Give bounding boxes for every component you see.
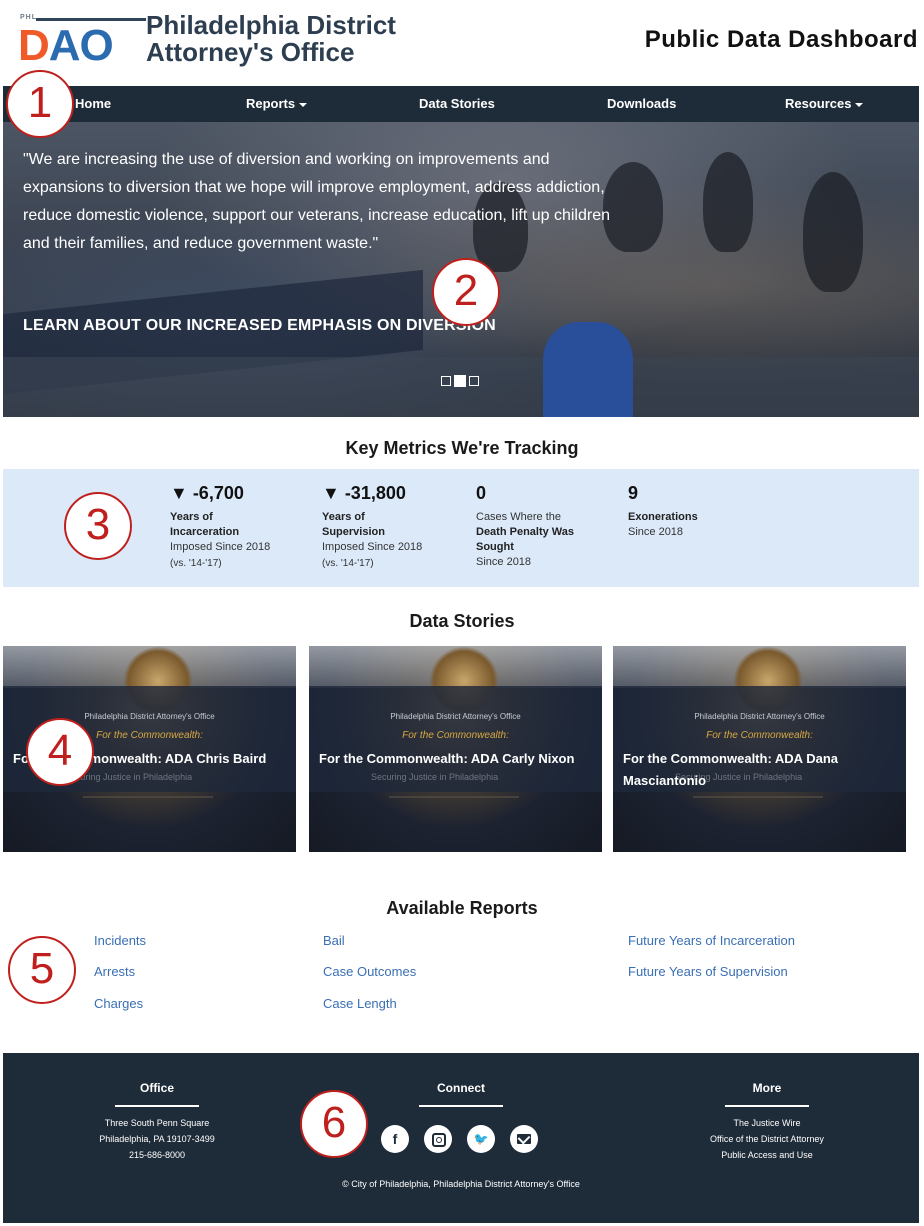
site-footer: Office Three South Penn Square Philadelp…	[3, 1053, 919, 1223]
story-org: Philadelphia District Attorney's Office	[694, 712, 825, 721]
annotation-marker-2: 2	[432, 258, 500, 326]
report-link-bail[interactable]: Bail	[323, 933, 345, 948]
metric-note: (vs. '14-'17)	[322, 558, 374, 569]
footer-link-justice-wire[interactable]: The Justice Wire	[667, 1115, 867, 1131]
metric-value: ▼ -6,700	[170, 483, 244, 503]
report-link-future-incarceration[interactable]: Future Years of Incarceration	[628, 933, 795, 948]
main-nav: Home Reports Data Stories Downloads Reso…	[3, 86, 919, 122]
footer-heading: Office	[139, 1081, 174, 1095]
report-link-future-supervision[interactable]: Future Years of Supervision	[628, 964, 788, 979]
metric-sublabel: Imposed Since 2018	[322, 541, 423, 553]
hero-background-person	[543, 322, 633, 417]
scales-image	[693, 796, 823, 852]
story-title: For the Commonwealth: ADA Carly Nixon	[319, 751, 575, 766]
report-link-case-outcomes[interactable]: Case Outcomes	[323, 964, 416, 979]
nav-data-stories[interactable]: Data Stories	[419, 96, 495, 111]
metric-label: Cases Where the	[476, 511, 561, 523]
twitter-icon[interactable]: 🐦	[467, 1125, 495, 1153]
hero-cta-link[interactable]: LEARN ABOUT OUR INCREASED EMPHASIS ON DI…	[23, 317, 496, 335]
metric-label: Years of Supervision	[322, 511, 385, 538]
nav-reports[interactable]: Reports	[246, 96, 308, 111]
carousel-dot[interactable]	[469, 375, 479, 386]
nav-home[interactable]: Home	[75, 96, 111, 111]
report-link-charges[interactable]: Charges	[94, 996, 143, 1011]
annotation-marker-6: 6	[300, 1090, 368, 1158]
metrics-panel: ▼ -6,700 Years of Incarceration Imposed S…	[3, 469, 919, 587]
carousel-dot-active[interactable]	[454, 374, 466, 387]
site-header: PHL DAO Philadelphia District Attorney's…	[0, 0, 924, 86]
report-link-incidents[interactable]: Incidents	[94, 933, 146, 948]
metric-exonerations: 9 Exonerations Since 2018	[628, 483, 778, 540]
reports-title: Available Reports	[386, 898, 538, 918]
facebook-icon[interactable]: f	[381, 1125, 409, 1153]
hero-quote: "We are increasing the use of diversion …	[23, 151, 610, 252]
carousel-indicators	[441, 372, 482, 390]
footer-link-public-access[interactable]: Public Access and Use	[667, 1147, 867, 1163]
story-org: Philadelphia District Attorney's Office	[390, 712, 521, 721]
metric-label: Years of Incarceration	[170, 511, 240, 538]
dashboard-title: Public Data Dashboard	[644, 26, 918, 53]
logo-phl-text: PHL	[20, 14, 37, 21]
story-card[interactable]: Philadelphia District Attorney's Office …	[309, 646, 602, 852]
nav-downloads[interactable]: Downloads	[607, 96, 676, 111]
copyright-text: © City of Philadelphia, Philadelphia Dis…	[342, 1179, 580, 1189]
metric-sublabel: Since 2018	[628, 526, 684, 538]
hero-background-figure	[803, 172, 863, 292]
instagram-icon[interactable]	[424, 1125, 452, 1153]
divider	[419, 1105, 503, 1107]
stories-title: Data Stories	[409, 611, 515, 631]
nav-resources[interactable]: Resources	[785, 96, 864, 111]
footer-heading: Connect	[437, 1081, 485, 1095]
divider	[115, 1105, 199, 1107]
metric-label-bold: Death Penalty Was Sought	[476, 526, 575, 553]
annotation-marker-5: 5	[8, 936, 76, 1004]
scales-image	[83, 796, 213, 852]
story-subtitle: For the Commonwealth:	[706, 730, 813, 741]
metric-value: 9	[628, 483, 639, 503]
scales-image	[389, 796, 519, 852]
story-card[interactable]: Philadelphia District Attorney's Office …	[613, 646, 906, 852]
footer-office: Office Three South Penn Square Philadelp…	[57, 1081, 257, 1163]
chevron-down-icon	[855, 102, 864, 107]
logo-dao-text: DAO	[18, 21, 114, 70]
metric-label: Exonerations	[628, 511, 698, 523]
story-title: For the Commonwealth: ADA Dana Mascianto…	[623, 751, 838, 788]
story-tagline: Securing Justice in Philadelphia	[371, 772, 499, 782]
report-link-arrests[interactable]: Arrests	[94, 964, 135, 979]
metric-sublabel: Since 2018	[476, 556, 532, 568]
hero-background-figure	[703, 152, 753, 252]
email-icon[interactable]	[510, 1125, 538, 1153]
metrics-title: Key Metrics We're Tracking	[345, 438, 579, 458]
metric-incarceration: ▼ -6,700 Years of Incarceration Imposed S…	[170, 483, 320, 573]
annotation-marker-4: 4	[26, 718, 94, 786]
footer-connect: Connect	[361, 1081, 561, 1115]
org-name: Philadelphia District Attorney's Office	[146, 10, 396, 67]
metric-note: (vs. '14-'17)	[170, 558, 222, 569]
footer-address: Three South Penn Square	[104, 1118, 210, 1128]
footer-heading: More	[752, 1081, 782, 1095]
story-subtitle: For the Commonwealth:	[402, 730, 509, 741]
annotation-marker-3: 3	[64, 492, 132, 560]
metric-value: 0	[476, 483, 487, 503]
annotation-marker-1: 1	[6, 70, 74, 138]
metric-value: ▼ -31,800	[322, 483, 406, 503]
chevron-down-icon	[299, 102, 308, 107]
metric-supervision: ▼ -31,800 Years of Supervision Imposed Si…	[322, 483, 472, 573]
divider	[725, 1105, 809, 1107]
metric-sublabel: Imposed Since 2018	[170, 541, 271, 553]
footer-more: More The Justice Wire Office of the Dist…	[667, 1081, 867, 1163]
social-links: f 🐦	[381, 1125, 553, 1153]
footer-phone[interactable]: 215-686-8000	[57, 1147, 257, 1163]
dao-logo[interactable]: PHL DAO Philadelphia District Attorney's…	[18, 10, 438, 74]
footer-city: Philadelphia, PA 19107-3499	[99, 1134, 215, 1144]
carousel-dot[interactable]	[441, 375, 451, 386]
report-link-case-length[interactable]: Case Length	[323, 996, 397, 1011]
footer-link-da-office[interactable]: Office of the District Attorney	[667, 1131, 867, 1147]
metric-death-penalty: 0 Cases Where the Death Penalty Was Soug…	[476, 483, 606, 570]
